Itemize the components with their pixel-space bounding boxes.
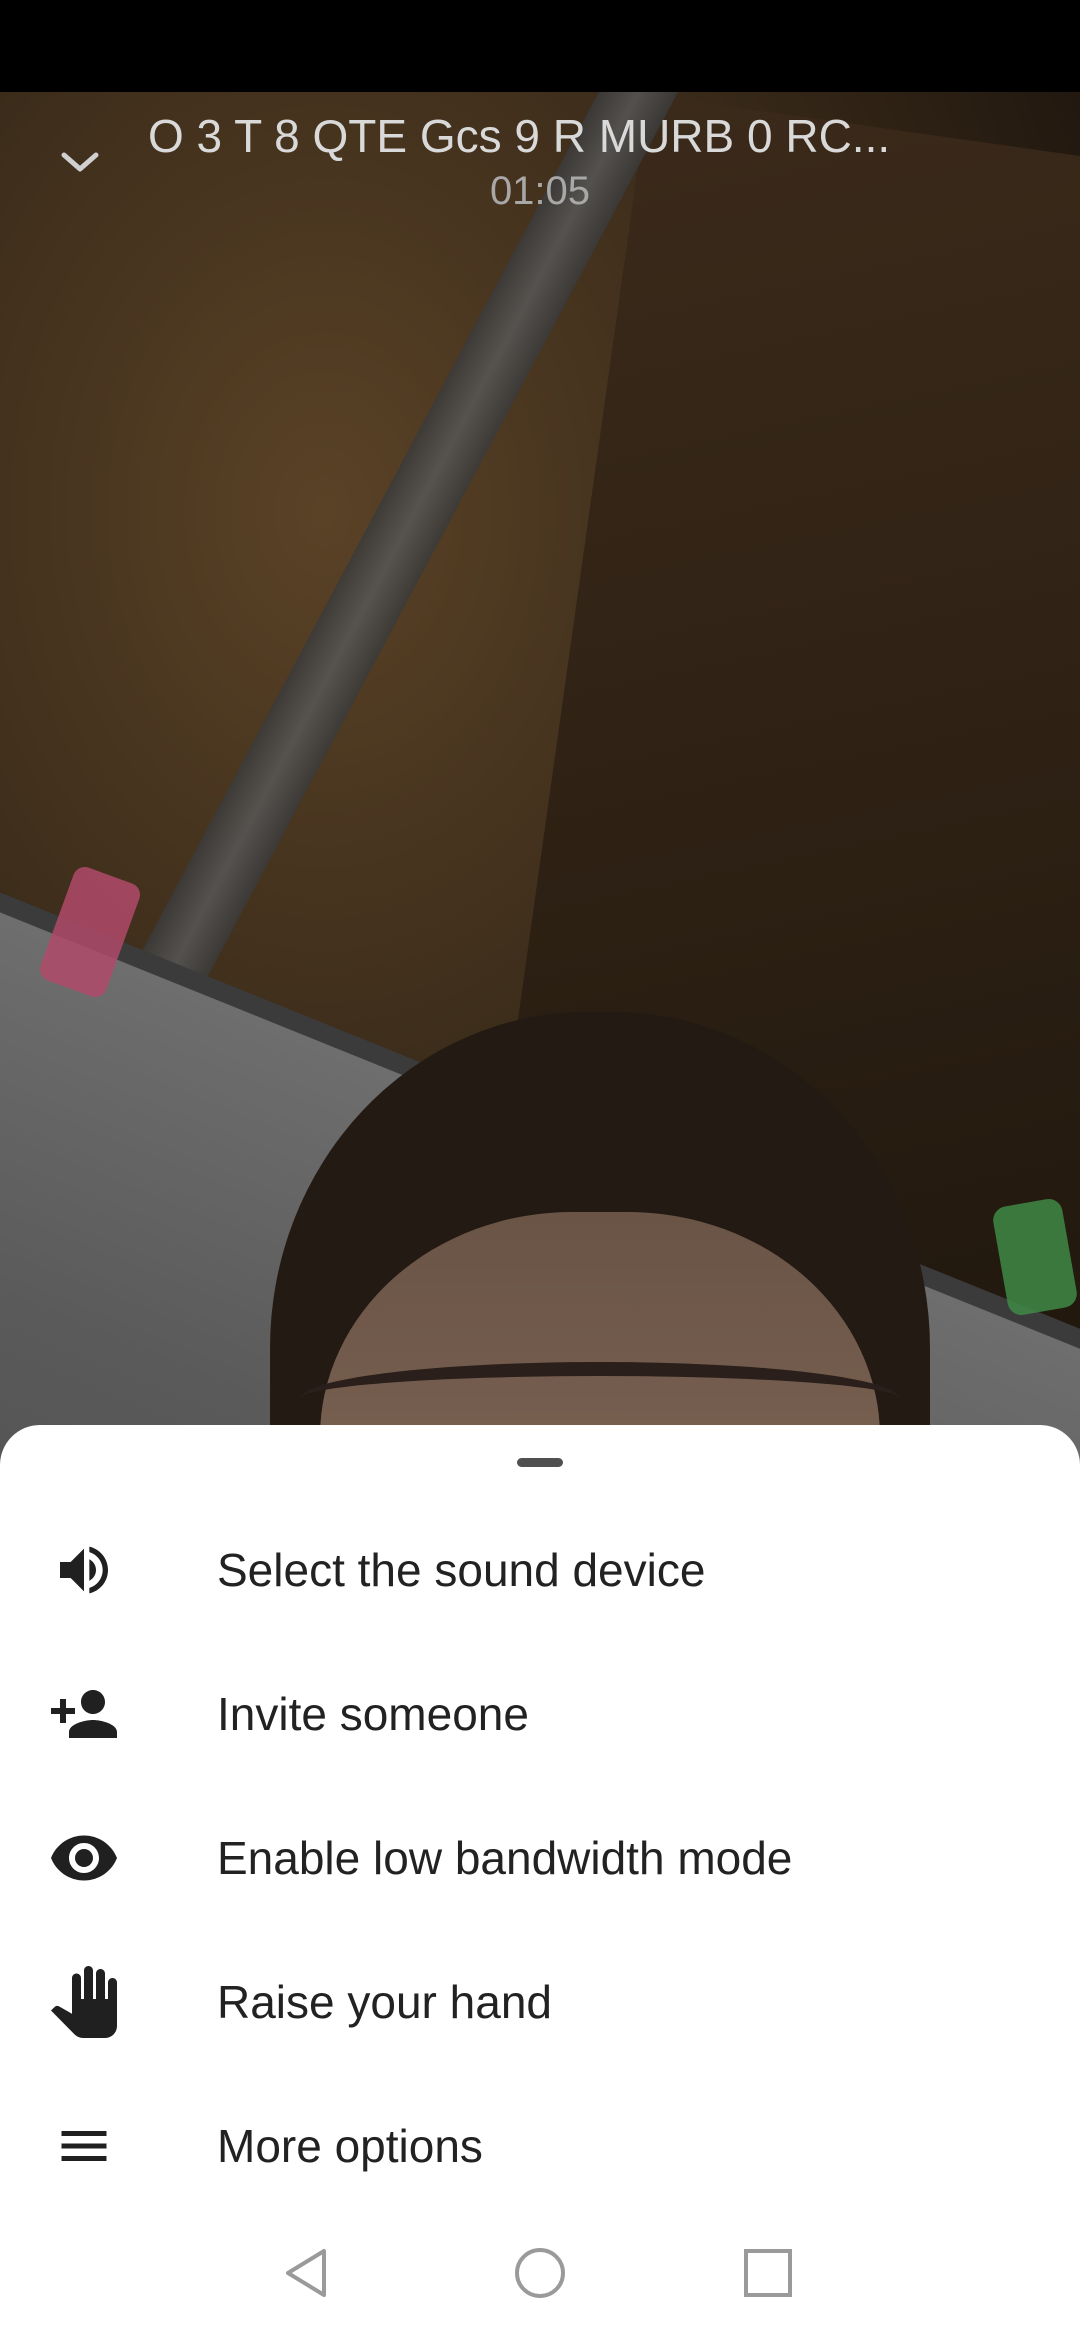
menu-item-more-options[interactable]: More options (0, 2074, 1080, 2218)
system-navigation-bar (0, 2205, 1080, 2340)
menu-item-label: Raise your hand (217, 1976, 552, 2028)
camera-video-feed[interactable] (0, 92, 1080, 1492)
back-icon (286, 2249, 326, 2297)
recents-icon (744, 2249, 792, 2297)
menu-item-label: More options (217, 2120, 483, 2172)
home-icon (515, 2248, 565, 2298)
menu-item-select-sound-device[interactable]: Select the sound device (0, 1498, 1080, 1642)
menu-item-label: Select the sound device (217, 1544, 706, 1596)
options-bottom-sheet: Select the sound device Invite someone E… (0, 1425, 1080, 2340)
status-bar (0, 0, 1080, 92)
recents-button[interactable] (728, 2233, 808, 2313)
menu-item-raise-hand[interactable]: Raise your hand (0, 1930, 1080, 2074)
menu-item-low-bandwidth[interactable]: Enable low bandwidth mode (0, 1786, 1080, 1930)
back-button[interactable] (268, 2233, 348, 2313)
call-timer: 01:05 (489, 169, 591, 213)
menu-item-label: Enable low bandwidth mode (217, 1832, 793, 1884)
menu-item-invite-someone[interactable]: Invite someone (0, 1642, 1080, 1786)
drag-handle[interactable] (517, 1458, 563, 1467)
home-button[interactable] (500, 2233, 580, 2313)
menu-item-label: Invite someone (217, 1688, 529, 1740)
person-add-icon (48, 1678, 120, 1750)
eye-icon (48, 1822, 120, 1894)
menu-icon (48, 2110, 120, 2182)
call-header: O 3 T 8 QTE Gcs 9 R MURB 0 RC... 01:05 (0, 92, 1080, 242)
volume-icon (48, 1534, 120, 1606)
hand-icon (48, 1966, 120, 2038)
call-screen: O 3 T 8 QTE Gcs 9 R MURB 0 RC... 01:05 S… (0, 0, 1080, 2340)
call-title: O 3 T 8 QTE Gcs 9 R MURB 0 RC... (148, 110, 891, 162)
